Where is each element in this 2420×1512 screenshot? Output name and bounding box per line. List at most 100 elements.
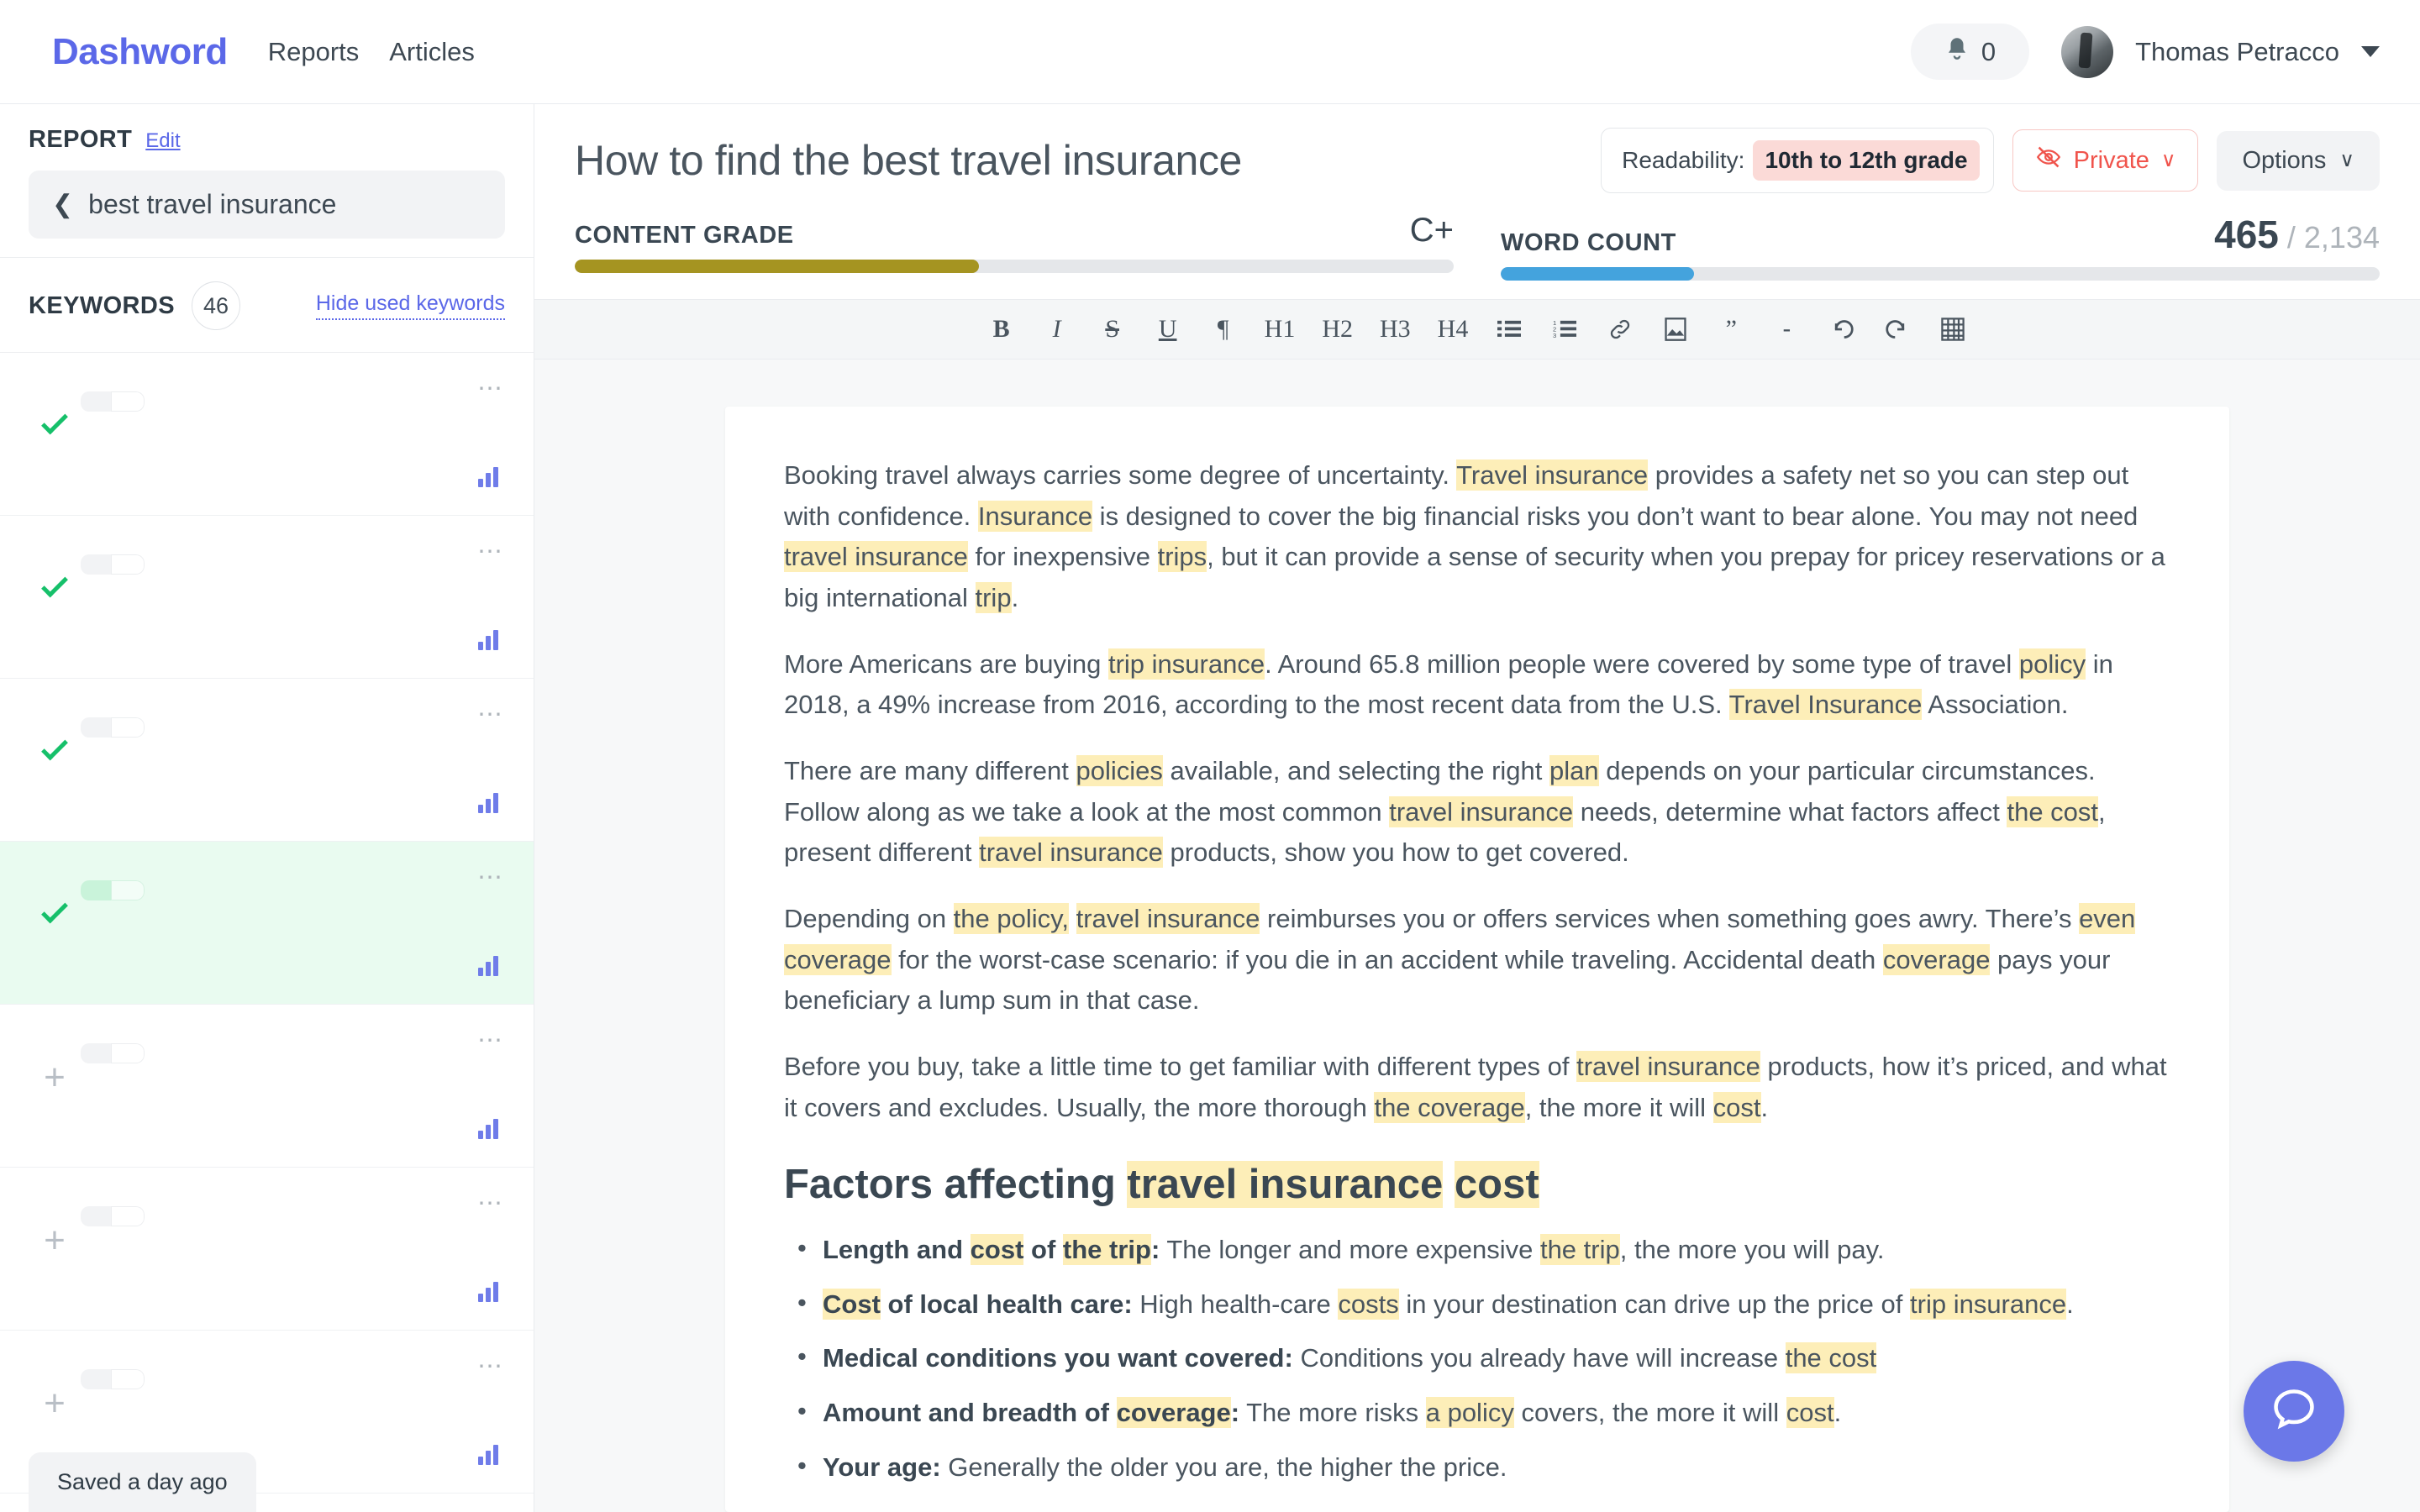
heading4-icon[interactable]: H4	[1438, 312, 1469, 346]
keyword-highlight: cost	[1454, 1161, 1539, 1209]
notifications-button[interactable]: 0	[1910, 24, 2030, 80]
report-selector[interactable]: ❮ best travel insurance	[29, 171, 505, 239]
keyword-body	[81, 1028, 505, 1068]
page-title[interactable]: How to find the best travel insurance	[575, 136, 1242, 185]
editor-toolbar[interactable]: B I S U ¶ H1 H2 H3 H4 1 2 3 ” -	[534, 299, 2420, 360]
image-icon[interactable]	[1661, 312, 1690, 346]
avatar	[2061, 25, 2114, 78]
keyword-stats	[81, 554, 145, 575]
keyword-add-button[interactable]: +	[29, 1354, 81, 1424]
keyword-add-button[interactable]: +	[29, 1028, 81, 1098]
numbered-list-icon[interactable]: 123	[1550, 312, 1579, 346]
options-button[interactable]: Options ∨	[2217, 130, 2380, 191]
keyword-more-button[interactable]: ⋯	[477, 539, 505, 564]
plus-icon: +	[44, 1057, 66, 1098]
saved-status: Saved a day ago	[29, 1452, 256, 1512]
keyword-row[interactable]: + ⋯	[0, 1168, 534, 1331]
bar-chart-icon	[478, 1119, 498, 1139]
keyword-right: ⋯	[477, 539, 505, 650]
keyword-you	[111, 1206, 145, 1226]
document-body[interactable]: Booking travel always carries some degre…	[725, 407, 2229, 1512]
keyword-row[interactable]: ⋯	[0, 679, 534, 842]
keyword-highlight: travel insurance	[979, 837, 1163, 869]
keyword-used-check[interactable]	[29, 539, 81, 598]
metrics-row: CONTENT GRADE C+ WORD COUNT 465 / 2,134	[534, 193, 2420, 281]
keyword-body	[81, 376, 505, 416]
keyword-highlight: policies	[1076, 754, 1163, 786]
horizontal-rule-icon[interactable]: -	[1772, 312, 1801, 346]
edit-report-link[interactable]: Edit	[145, 129, 180, 153]
heading2-icon[interactable]: H2	[1322, 312, 1353, 346]
word-count-fill	[1501, 267, 1695, 281]
private-label: Private	[2073, 146, 2149, 174]
user-menu[interactable]: Thomas Petracco	[2061, 25, 2380, 78]
keyword-highlight: coverage	[1116, 1396, 1231, 1428]
keyword-you	[111, 717, 145, 738]
keywords-list[interactable]: ⋯ ⋯ ⋯ ⋯ + ⋯ + ⋯ + ⋯	[0, 353, 534, 1512]
keyword-highlight: cost	[1712, 1091, 1761, 1123]
plus-icon: +	[44, 1220, 66, 1261]
paragraph-icon[interactable]: ¶	[1209, 312, 1238, 346]
keyword-more-button[interactable]: ⋯	[477, 702, 505, 727]
heading1-icon[interactable]: H1	[1265, 312, 1296, 346]
chevron-down-icon	[2361, 46, 2380, 57]
word-count-meter: WORD COUNT 465 / 2,134	[1501, 212, 2380, 281]
keyword-avg	[81, 554, 111, 575]
eye-off-icon	[2035, 145, 2062, 176]
help-chat-button[interactable]	[2244, 1361, 2344, 1462]
keyword-row[interactable]: ⋯	[0, 516, 534, 679]
document-header: How to find the best travel insurance Re…	[534, 104, 2420, 193]
keyword-highlight: Travel Insurance	[1728, 689, 1923, 721]
list-item: Cost of local health care: High health-c…	[784, 1283, 2170, 1326]
document-actions: Readability: 10th to 12th grade Private	[1601, 128, 2380, 193]
visibility-private-button[interactable]: Private ∨	[2012, 129, 2199, 192]
keyword-row[interactable]: + ⋯	[0, 1005, 534, 1168]
undo-icon[interactable]	[1828, 312, 1856, 346]
keyword-row[interactable]: ⋯	[0, 842, 534, 1005]
document-paragraph: There are many different policies availa…	[784, 754, 2106, 869]
content-grade-meter: CONTENT GRADE C+	[575, 212, 1454, 281]
keyword-highlight: trips	[1157, 541, 1207, 573]
keyword-you	[111, 554, 145, 575]
keyword-volume	[478, 467, 505, 487]
document-paragraph: Depending on the policy, travel insuranc…	[784, 902, 2136, 1016]
bold-icon[interactable]: B	[987, 312, 1016, 346]
keyword-body	[81, 1191, 505, 1231]
keyword-more-button[interactable]: ⋯	[477, 1191, 505, 1216]
sidebar: REPORT Edit ❮ best travel insurance KEYW…	[0, 104, 534, 1512]
link-icon[interactable]	[1606, 312, 1634, 346]
keyword-used-check[interactable]	[29, 702, 81, 761]
chevron-down-icon: ∨	[2160, 149, 2176, 171]
keyword-right: ⋯	[477, 702, 505, 813]
content-grade-value: C+	[1409, 212, 1454, 249]
keyword-more-button[interactable]: ⋯	[477, 865, 505, 890]
keyword-row[interactable]: ⋯	[0, 353, 534, 516]
keyword-used-check[interactable]	[29, 376, 81, 435]
bullet-list-icon[interactable]	[1495, 312, 1523, 346]
keyword-highlight: cost	[970, 1233, 1024, 1265]
blockquote-icon[interactable]: ”	[1717, 312, 1745, 346]
underline-icon[interactable]: U	[1154, 312, 1182, 346]
heading3-icon[interactable]: H3	[1380, 312, 1411, 346]
word-count-target: 2,134	[2303, 220, 2380, 255]
keyword-add-button[interactable]: +	[29, 1191, 81, 1261]
strikethrough-icon[interactable]: S	[1098, 312, 1127, 346]
app-logo[interactable]: Dashword	[52, 31, 228, 73]
keyword-avg	[81, 880, 111, 900]
keywords-header: KEYWORDS 46 Hide used keywords	[0, 258, 534, 353]
keyword-used-check[interactable]	[29, 865, 81, 924]
nav-articles[interactable]: Articles	[389, 37, 475, 67]
list-item: Medical conditions you want covered: Con…	[784, 1336, 2170, 1379]
nav-reports[interactable]: Reports	[268, 37, 360, 67]
keyword-more-button[interactable]: ⋯	[477, 1354, 505, 1379]
italic-icon[interactable]: I	[1043, 312, 1071, 346]
readability-value: 10th to 12th grade	[1753, 140, 1980, 181]
redo-icon[interactable]	[1883, 312, 1912, 346]
keyword-more-button[interactable]: ⋯	[477, 376, 505, 402]
table-icon[interactable]	[1939, 312, 1967, 346]
hide-used-keywords-link[interactable]: Hide used keywords	[315, 291, 505, 320]
keyword-highlight: the policy,	[953, 902, 1069, 934]
keyword-more-button[interactable]: ⋯	[477, 1028, 505, 1053]
list-item: Amount and breadth of coverage: The more…	[784, 1391, 2170, 1434]
plus-icon: +	[44, 1383, 66, 1424]
